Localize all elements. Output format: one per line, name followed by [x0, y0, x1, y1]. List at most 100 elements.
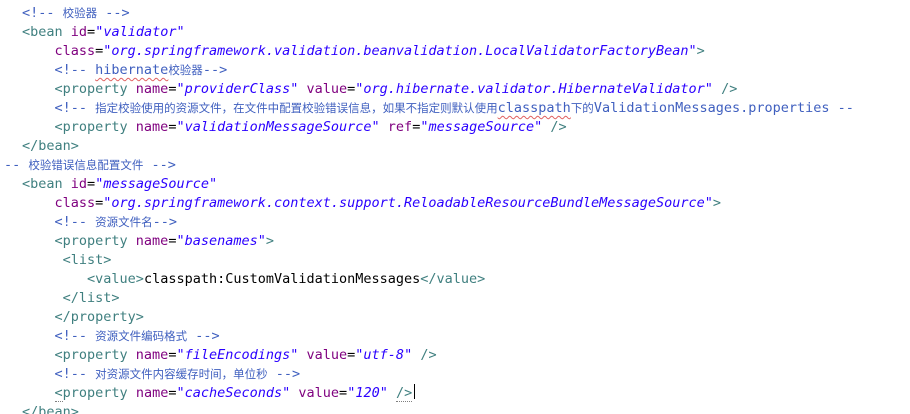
tag-token: <property — [54, 347, 136, 363]
code-line[interactable]: </list> — [22, 289, 120, 308]
comment-token: 指定校验使用的资源文件，在文件中配置校验错误信息，如果不指定则默认使用 — [95, 101, 498, 115]
text-caret — [414, 384, 416, 399]
comment-token: -- — [4, 157, 29, 173]
tag-token: </list> — [62, 290, 120, 306]
comment-token: 对资源文件内容缓存时间，单位秒 — [95, 367, 268, 381]
attribute-name-token: name — [135, 233, 169, 249]
code-line[interactable]: <property name="providerClass" value="or… — [22, 80, 738, 99]
comment-token: <!-- — [54, 214, 96, 230]
attribute-name-token: class — [54, 195, 96, 211]
comment-token: --> — [267, 366, 301, 382]
tag-token: <bean — [22, 24, 71, 40]
tag-token: > — [696, 43, 705, 59]
tag-token: < — [54, 385, 63, 402]
attribute-name-token: name — [135, 385, 169, 401]
attribute-name-token: ref — [387, 119, 413, 135]
comment-token: 校验器 — [168, 63, 203, 77]
tag-token: /> — [420, 347, 437, 363]
code-line[interactable]: <property name="basenames"> — [22, 232, 274, 251]
code-line[interactable]: <value>classpath:CustomValidationMessage… — [22, 270, 485, 289]
code-line[interactable]: -- 校验错误信息配置文件 --> — [4, 156, 176, 175]
code-editor[interactable]: <!-- 校验器 --> <bean id="validator" class="… — [0, 0, 910, 414]
text-token: = — [87, 176, 96, 192]
tag-token: </bean> — [22, 404, 79, 414]
code-line[interactable]: </property> — [22, 308, 144, 327]
code-line[interactable]: </bean> — [22, 403, 79, 414]
tag-token: </value> — [420, 271, 486, 287]
comment-token: --> — [97, 5, 130, 21]
code-line[interactable]: <property name="fileEncodings" value="ut… — [22, 346, 437, 365]
code-line[interactable]: class="org.springframework.validation.be… — [22, 42, 705, 61]
code-line[interactable]: <bean id="messageSource" — [22, 175, 217, 194]
comment-token: <!-- — [22, 5, 63, 21]
code-line[interactable]: </bean> — [22, 137, 79, 156]
tag-token: <property — [54, 119, 136, 135]
comment-token: 资源文件名 — [95, 215, 153, 229]
attribute-value-token: "basenames" — [176, 233, 266, 249]
comment-token: 资源文件编码格式 — [95, 329, 188, 343]
tag-token: <list> — [62, 252, 112, 268]
attribute-name-token: id — [70, 176, 88, 192]
attribute-name-token: value — [306, 347, 348, 363]
attribute-name-token: name — [135, 81, 169, 97]
comment-token: --> — [152, 214, 178, 230]
text-token: = — [87, 24, 96, 40]
attribute-value-token: "fileEncodings" — [176, 347, 299, 363]
tag-token: > — [265, 233, 274, 249]
comment-token: hibernate — [95, 62, 169, 78]
code-line[interactable]: <!-- 校验器 --> — [22, 4, 130, 23]
code-line[interactable]: <property name="validationMessageSource"… — [22, 118, 567, 137]
tag-token: /> — [550, 119, 567, 135]
comment-token: classpath — [497, 100, 571, 116]
comment-token: <!-- — [54, 62, 96, 78]
tag-token: property — [62, 385, 136, 401]
code-line[interactable]: <!-- 指定校验使用的资源文件，在文件中配置校验错误信息，如果不指定则默认使用… — [22, 99, 854, 118]
attribute-name-token: name — [135, 119, 169, 135]
code-line[interactable]: <bean id="validator" — [22, 23, 185, 42]
code-line[interactable]: class="org.springframework.context.suppo… — [22, 194, 722, 213]
tag-token: > — [712, 195, 722, 211]
attribute-value-token: "messageSource" — [95, 176, 218, 192]
attribute-value-token: "validationMessageSource" — [176, 119, 380, 135]
attribute-value-token: "org.hibernate.validator.HibernateValida… — [355, 81, 713, 97]
comment-token: <!-- — [54, 328, 96, 344]
attribute-name-token: id — [70, 24, 88, 40]
code-line[interactable]: <!-- hibernate校验器--> — [22, 61, 228, 80]
tag-token: /> — [721, 81, 738, 97]
text-token: classpath:CustomValidationMessages — [143, 271, 421, 287]
attribute-name-token: class — [54, 43, 96, 59]
attribute-value-token: "utf-8" — [355, 347, 413, 363]
code-line[interactable]: <!-- 对资源文件内容缓存时间，单位秒 --> — [22, 365, 301, 384]
attribute-value-token: "org.springframework.validation.beanvali… — [103, 43, 697, 59]
tag-token: </bean> — [22, 138, 79, 154]
comment-token: <!-- — [54, 100, 96, 116]
attribute-name-token: name — [135, 347, 169, 363]
tag-token: <value> — [87, 271, 144, 287]
attribute-value-token: "cacheSeconds" — [176, 385, 291, 401]
code-line[interactable]: <property name="cacheSeconds" value="120… — [22, 384, 416, 403]
code-line[interactable]: <list> — [22, 251, 112, 270]
code-line[interactable]: <!-- 资源文件名--> — [22, 213, 178, 232]
attribute-value-token: "providerClass" — [176, 81, 299, 97]
comment-token: <!-- — [54, 366, 96, 382]
code-line[interactable]: <!-- 资源文件编码格式 --> — [22, 327, 220, 346]
tag-token: <bean — [22, 176, 71, 192]
text-token: = — [339, 385, 348, 401]
